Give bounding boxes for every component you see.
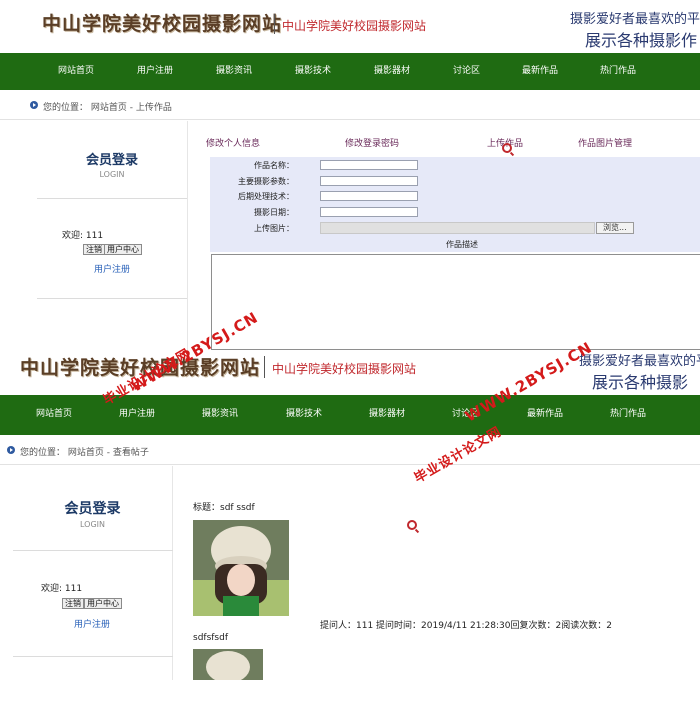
nav-equipment[interactable]: 摄影器材 bbox=[369, 406, 405, 419]
change-password-link[interactable]: 修改登录密码 bbox=[345, 136, 399, 149]
sidebar-divider bbox=[37, 198, 187, 199]
manage-images-link[interactable]: 作品图片管理 bbox=[578, 136, 632, 149]
welcome-text: 欢迎: 111 bbox=[41, 584, 83, 594]
breadcrumb-text: 您的位置： 网站首页 - 查看帖子 bbox=[20, 448, 149, 458]
nav-technique[interactable]: 摄影技术 bbox=[295, 63, 331, 76]
title-divider bbox=[274, 14, 275, 34]
welcome-text: 欢迎: 111 bbox=[62, 231, 104, 241]
nav-news[interactable]: 摄影资讯 bbox=[202, 406, 238, 419]
login-subtitle: LOGIN bbox=[99, 170, 125, 179]
post-title: 标题：sdf ssdf bbox=[193, 503, 255, 513]
site-header: 中山学院美好校园摄影网站 中山学院美好校园摄影网站 摄影爱好者最喜欢的平 展示各… bbox=[0, 0, 700, 52]
nav-news[interactable]: 摄影资讯 bbox=[216, 63, 252, 76]
breadcrumb-arrow-icon bbox=[30, 101, 38, 109]
nav-equipment[interactable]: 摄影器材 bbox=[374, 63, 410, 76]
description-textarea[interactable] bbox=[211, 254, 700, 350]
nav-forum[interactable]: 讨论区 bbox=[453, 63, 480, 76]
nav-home[interactable]: 网站首页 bbox=[58, 63, 94, 76]
register-link[interactable]: 用户注册 bbox=[94, 262, 130, 275]
breadcrumb-text: 您的位置： 网站首页 - 上传作品 bbox=[43, 103, 172, 113]
user-center-button[interactable]: 用户中心 bbox=[104, 244, 142, 255]
description-label: 作品描述 bbox=[446, 240, 478, 249]
site-title: 中山学院美好校园摄影网站 bbox=[42, 13, 283, 35]
field-label-camera-params: 主要摄影参数： bbox=[238, 177, 294, 186]
sidebar-divider-bottom bbox=[13, 656, 173, 657]
breadcrumb: 您的位置： 网站首页 - 上传作品 bbox=[0, 92, 700, 120]
login-title: 会员登录 bbox=[64, 501, 121, 517]
main-nav: 网站首页 用户注册 摄影资讯 摄影技术 摄影器材 讨论区 最新作品 热门作品 bbox=[0, 53, 700, 90]
slogan-line1: 摄影爱好者最喜欢的平 bbox=[570, 12, 700, 27]
field-label-work-name: 作品名称： bbox=[254, 161, 294, 170]
slogan-line2: 展示各种摄影作 bbox=[585, 31, 698, 50]
work-name-input[interactable] bbox=[320, 160, 418, 170]
post-processing-input[interactable] bbox=[320, 191, 418, 201]
upload-file-input[interactable] bbox=[320, 222, 595, 234]
cursor-icon bbox=[407, 520, 417, 530]
member-sidebar: 会员登录 LOGIN 欢迎: 111 注销 用户中心 用户注册 bbox=[0, 466, 173, 680]
sidebar-divider-bottom bbox=[37, 298, 187, 299]
edit-profile-link[interactable]: 修改个人信息 bbox=[206, 136, 260, 149]
login-title: 会员登录 bbox=[85, 153, 138, 168]
breadcrumb-arrow-icon bbox=[7, 446, 15, 454]
login-subtitle: LOGIN bbox=[79, 520, 105, 529]
nav-popular[interactable]: 热门作品 bbox=[600, 63, 636, 76]
breadcrumb: 您的位置： 网站首页 - 查看帖子 bbox=[0, 435, 700, 465]
photo-girl-with-hat bbox=[193, 520, 289, 616]
nav-register[interactable]: 用户注册 bbox=[119, 406, 155, 419]
nav-home[interactable]: 网站首页 bbox=[36, 406, 72, 419]
shoot-date-input[interactable] bbox=[320, 207, 418, 217]
photo-girl-with-hat bbox=[193, 649, 263, 680]
upload-form: 作品名称： 主要摄影参数： 后期处理技术： 摄影日期： 上传图片： 浏览... … bbox=[210, 157, 700, 252]
title-divider bbox=[264, 356, 265, 378]
site-subtitle: 中山学院美好校园摄影网站 bbox=[272, 362, 417, 376]
post-body: sdfsfsdf bbox=[193, 633, 228, 643]
field-label-shoot-date: 摄影日期： bbox=[254, 208, 294, 217]
nav-latest[interactable]: 最新作品 bbox=[522, 63, 558, 76]
user-center-button[interactable]: 用户中心 bbox=[84, 598, 122, 609]
field-label-post-processing: 后期处理技术： bbox=[238, 192, 294, 201]
field-label-upload-image: 上传图片： bbox=[254, 224, 294, 233]
logout-button[interactable]: 注销 bbox=[83, 244, 105, 255]
cursor-icon bbox=[502, 143, 512, 153]
site-subtitle: 中山学院美好校园摄影网站 bbox=[282, 19, 427, 33]
slogan-line2: 展示各种摄影 bbox=[592, 373, 689, 392]
browse-button[interactable]: 浏览... bbox=[596, 222, 634, 234]
slogan-line1: 摄影爱好者最喜欢的平 bbox=[579, 354, 700, 369]
register-link[interactable]: 用户注册 bbox=[74, 617, 110, 630]
nav-technique[interactable]: 摄影技术 bbox=[286, 406, 322, 419]
upload-page-screenshot: 中山学院美好校园摄影网站 中山学院美好校园摄影网站 摄影爱好者最喜欢的平 展示各… bbox=[0, 0, 700, 350]
camera-params-input[interactable] bbox=[320, 176, 418, 186]
logout-button[interactable]: 注销 bbox=[62, 598, 84, 609]
nav-latest[interactable]: 最新作品 bbox=[527, 406, 563, 419]
nav-popular[interactable]: 热门作品 bbox=[610, 406, 646, 419]
reply-photo bbox=[193, 649, 263, 680]
nav-register[interactable]: 用户注册 bbox=[137, 63, 173, 76]
member-sidebar: 会员登录 LOGIN 欢迎: 111 注销 用户中心 用户注册 bbox=[0, 121, 188, 350]
post-meta: 提问人：111 提问时间：2019/4/11 21:28:30回复次数：2阅读次… bbox=[320, 621, 612, 631]
post-photo bbox=[193, 520, 289, 616]
sidebar-divider bbox=[13, 550, 173, 551]
